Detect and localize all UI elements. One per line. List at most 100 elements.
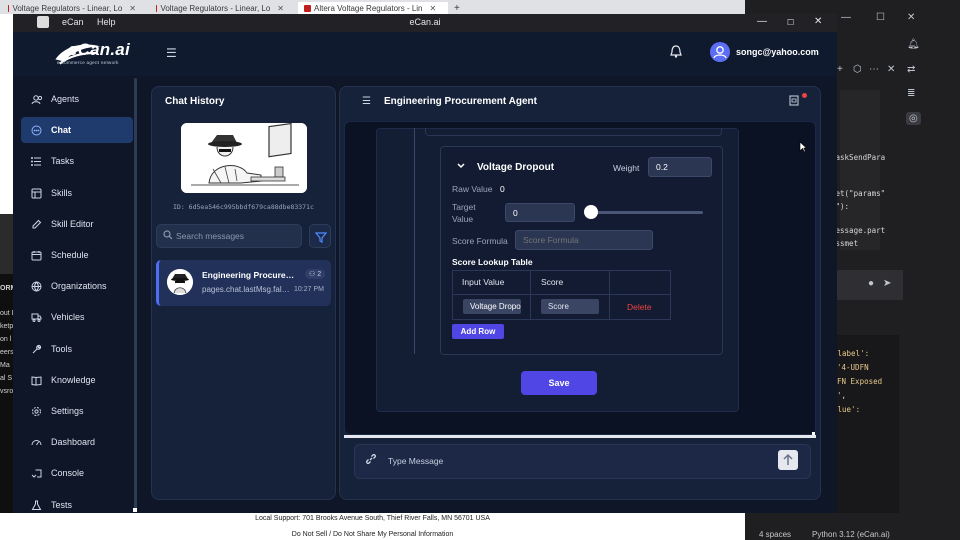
new-tab-icon[interactable]: + (448, 2, 466, 14)
sidebar-item-label: Organizations (51, 281, 107, 291)
minimize-icon[interactable]: — (841, 12, 851, 23)
close-icon[interactable]: ✕ (907, 12, 915, 23)
sidebar-item-skills[interactable]: Skills (21, 180, 133, 206)
sidebar-item-label: Tests (51, 500, 73, 510)
close-icon[interactable]: ✕ (277, 4, 284, 13)
close-icon[interactable]: ✕ (129, 4, 136, 13)
browser-tab[interactable]: Altera Voltage Regulators - Lin ✕ (298, 2, 448, 14)
send-icon[interactable]: ➤ (883, 278, 891, 289)
sidebar-item-label: Agents (51, 94, 80, 104)
link-icon[interactable] (364, 452, 378, 466)
weight-input[interactable] (648, 157, 712, 177)
raw-value-label: Raw Value (452, 184, 493, 194)
message-input[interactable] (388, 454, 768, 468)
sidebar-item-settings[interactable]: Settings (21, 398, 133, 424)
site-favicon-icon (8, 4, 10, 12)
skill-editor-icon (32, 219, 42, 228)
sidebar-item-vehicles[interactable]: Vehicles (21, 304, 133, 330)
lookup-input-field[interactable]: Voltage Dropout (463, 299, 521, 314)
chevron-down-icon[interactable] (456, 162, 466, 170)
menu-icon[interactable]: ☰ (362, 96, 371, 107)
score-formula-label: Score Formula (452, 236, 508, 246)
footer-privacy-link[interactable]: Do Not Sell / Do Not Share My Personal I… (0, 531, 745, 538)
user-email[interactable]: songc@yahoo.com (736, 47, 819, 57)
sidebar-item-label: Vehicles (51, 312, 85, 322)
status-indent[interactable]: 4 spaces (759, 530, 791, 539)
vehicles-icon (31, 313, 42, 322)
agent-sketch-icon (181, 123, 307, 193)
filter-icon (314, 232, 328, 243)
sidebar-item-skill-editor[interactable]: Skill Editor (21, 211, 133, 237)
site-favicon-icon (304, 4, 311, 12)
mic-icon[interactable]: ● (868, 278, 874, 289)
skills-icon (31, 188, 42, 198)
search-input[interactable] (176, 229, 296, 243)
status-interpreter[interactable]: Python 3.12 (eCan.ai) (812, 530, 890, 539)
sidebar-item-organizations[interactable]: Organizations (21, 273, 133, 299)
sidebar-item-knowledge[interactable]: Knowledge (21, 367, 133, 393)
nesting-guide (414, 128, 415, 354)
dashboard-icon (31, 439, 42, 445)
sidebar-item-console[interactable]: Console (21, 460, 133, 486)
close-icon[interactable]: ✕ (887, 64, 895, 75)
score-formula-input[interactable] (515, 230, 653, 250)
message-scrollbar[interactable] (812, 126, 815, 436)
sidebar-item-label: Skills (51, 188, 73, 198)
avatar[interactable] (710, 42, 730, 62)
database-icon[interactable]: ≣ (907, 88, 915, 99)
translate-icon[interactable]: ⇄ (907, 64, 915, 75)
cube-icon[interactable]: ⬡ (853, 64, 862, 75)
search-icon (163, 230, 173, 240)
more-icon[interactable]: ⋯ (869, 64, 879, 75)
lookup-score-field[interactable]: Score (541, 299, 599, 314)
send-button[interactable] (778, 450, 798, 470)
sidebar-item-label: Chat (51, 125, 71, 135)
close-icon[interactable]: ✕ (814, 16, 822, 27)
column-header-score: Score (541, 277, 564, 287)
chat-item-preview: pages.chat.lastMsg.fallback (202, 285, 290, 294)
browser-tab[interactable]: Voltage Regulators - Linear, Lo ✕ (150, 2, 290, 14)
sidebar-item-label: Settings (51, 406, 84, 416)
filter-button[interactable] (309, 224, 331, 248)
chat-item-time: 10:27 PM (294, 286, 324, 293)
column-header-input-value: Input Value (462, 277, 505, 287)
sidebar-item-label: Tools (51, 344, 73, 354)
assistant-icon[interactable]: ◎ (906, 112, 921, 125)
sidebar-item-label: Console (51, 468, 85, 478)
minimize-icon[interactable]: — (757, 16, 767, 27)
maximize-icon[interactable]: ☐ (876, 12, 885, 23)
sidebar-scrollbar-thumb[interactable] (133, 508, 137, 512)
agent-portrait (181, 123, 307, 193)
previous-criterion-card (425, 128, 722, 136)
sidebar-item-tools[interactable]: Tools (21, 336, 133, 362)
agent-avatar-icon (167, 269, 193, 295)
target-slider-track[interactable] (591, 211, 703, 214)
sidebar-scrollbar[interactable] (134, 78, 137, 512)
delete-row-button[interactable]: Delete (627, 302, 652, 312)
notification-icon[interactable]: 🔔︎ (907, 39, 920, 50)
chat-history-title: Chat History (165, 96, 225, 107)
add-icon[interactable]: + (837, 64, 843, 75)
sidebar-item-agents[interactable]: Agents (21, 86, 133, 112)
save-button[interactable]: Save (521, 371, 597, 395)
mouse-cursor-icon (799, 141, 807, 153)
add-row-button[interactable]: Add Row (452, 324, 504, 339)
sidebar-item-tests[interactable]: Tests (21, 492, 133, 518)
background-page (0, 214, 13, 274)
sidebar-item-schedule[interactable]: Schedule (21, 242, 133, 268)
site-favicon-icon (156, 4, 158, 12)
target-slider-thumb[interactable] (584, 205, 598, 219)
organizations-icon (31, 281, 42, 292)
people-icon: ⚇ (309, 271, 318, 278)
browser-tab[interactable]: Voltage Regulators - Linear, Lo ✕ (2, 2, 142, 14)
sidebar-item-chat[interactable]: Chat (21, 117, 133, 143)
maximize-icon[interactable]: ☐ (787, 18, 794, 27)
bell-icon[interactable] (670, 45, 682, 58)
sidebar-item-tasks[interactable]: Tasks (21, 148, 133, 174)
save-chat-icon[interactable] (789, 95, 799, 106)
target-value-input[interactable] (505, 203, 575, 222)
sidebar-item-dashboard[interactable]: Dashboard (21, 429, 133, 455)
window-title: eCan.ai (409, 17, 441, 27)
close-icon[interactable]: ✕ (430, 4, 437, 13)
sidebar-toggle-icon[interactable]: ☰ (166, 46, 177, 60)
